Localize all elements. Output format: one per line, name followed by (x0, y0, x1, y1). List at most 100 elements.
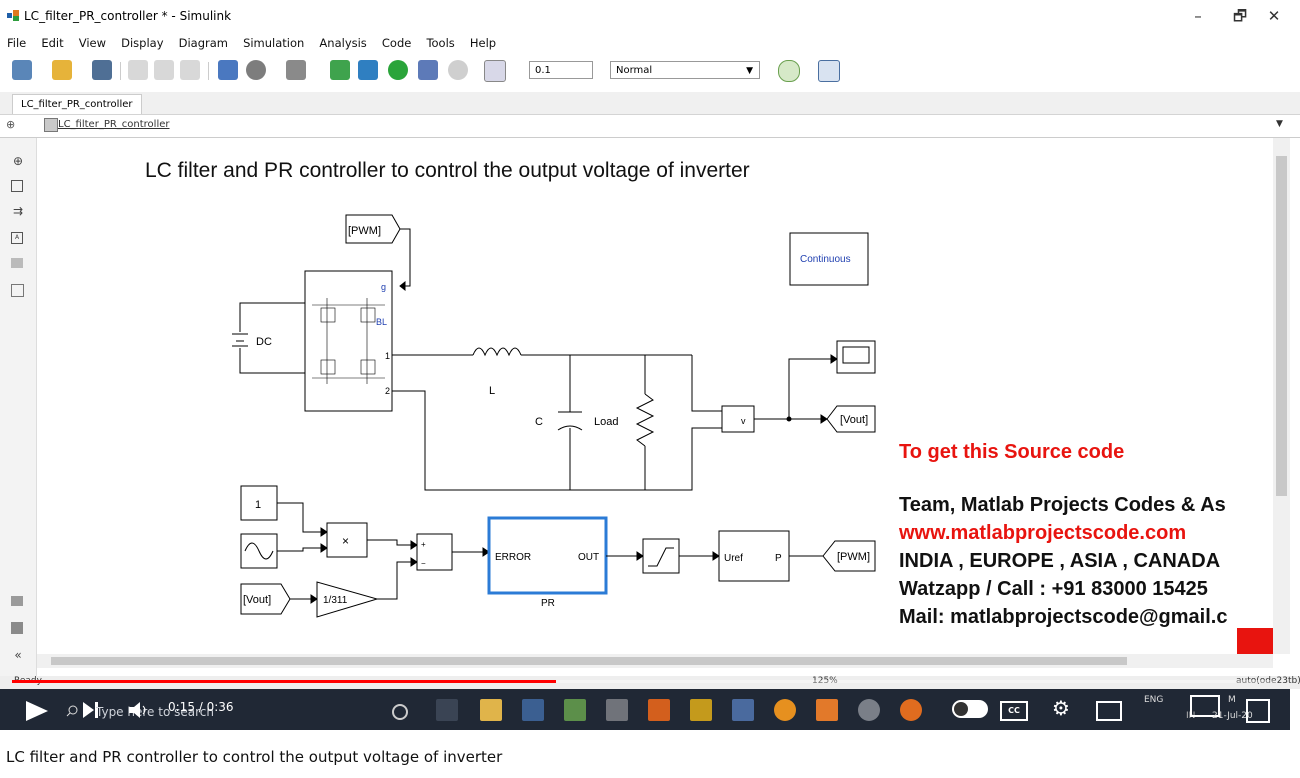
run-icon[interactable] (388, 60, 408, 80)
menu-help[interactable]: Help (470, 33, 496, 53)
video-time: 0:15 / 0:36 (168, 700, 234, 714)
pr-out-port: OUT (578, 552, 599, 563)
promo-line-5: Watzapp / Call : +91 83000 15425 (899, 578, 1208, 600)
new-model-icon[interactable] (12, 60, 32, 80)
matlab-icon[interactable] (648, 699, 670, 721)
arrow-icon[interactable]: ⇉ (11, 204, 25, 218)
title-bar: LC_filter_PR_controller * - Simulink – 🗗… (0, 0, 1300, 32)
horizontal-scrollbar[interactable] (37, 654, 1273, 668)
pwm-from-label: [PWM] (348, 225, 381, 237)
vertical-scrollbar[interactable] (1273, 138, 1290, 654)
language-indicator[interactable]: ENG (1144, 695, 1163, 705)
gear-icon[interactable] (246, 60, 266, 80)
checkmark-icon[interactable] (778, 60, 800, 82)
model-canvas[interactable]: LC filter and PR controller to control t… (37, 138, 1273, 654)
autoplay-toggle[interactable] (952, 700, 988, 718)
chevron-down-icon[interactable]: ▼ (1276, 119, 1283, 129)
data-inspector-icon[interactable] (484, 60, 506, 82)
sum-plus-sign: + (421, 540, 426, 549)
app-icon-2[interactable] (606, 699, 628, 721)
inductor[interactable] (472, 347, 522, 357)
video-player-controls: Type here to search 0:15 / 0:36 CC ⚙ ENG… (0, 689, 1290, 730)
step-back-icon[interactable] (330, 60, 350, 80)
voltage-measurement-block[interactable] (721, 405, 755, 433)
file-explorer-icon[interactable] (480, 699, 502, 721)
menu-tools[interactable]: Tools (426, 33, 454, 53)
promo-line-6: Mail: matlabprojectscode@gmail.c (899, 606, 1227, 628)
task-view-icon[interactable] (436, 699, 458, 721)
fit-view-icon[interactable] (11, 180, 23, 192)
hsp-app-icon[interactable] (522, 699, 544, 721)
collapse-icon[interactable]: « (11, 648, 25, 662)
menu-view[interactable]: View (79, 33, 106, 53)
breadcrumb[interactable]: LC_filter_PR_controller (58, 119, 170, 130)
app-icon-6[interactable] (858, 699, 880, 721)
cc-icon[interactable]: CC (1000, 701, 1028, 721)
constant-value: 1 (255, 499, 261, 511)
close-button[interactable]: ✕ (1254, 4, 1294, 28)
cortana-icon[interactable] (392, 704, 408, 720)
product-label: × (342, 534, 349, 548)
screenshot-icon[interactable] (11, 596, 23, 606)
menu-edit[interactable]: Edit (41, 33, 63, 53)
address-bar: ⊕ LC_filter_PR_controller ▼ (0, 115, 1300, 138)
app-icon-1[interactable] (564, 699, 586, 721)
promo-line-1: To get this Source code (899, 441, 1124, 463)
bl-port-label: BL (376, 317, 387, 327)
stop-time-field[interactable]: 0.1 (529, 61, 593, 79)
volume-icon[interactable] (128, 701, 150, 719)
app-icon-5[interactable] (816, 699, 838, 721)
gear-icon[interactable]: ⚙ (1052, 696, 1070, 720)
model-browser-icon[interactable] (11, 622, 23, 634)
inductor-label: L (489, 385, 495, 397)
library-browser-icon[interactable] (218, 60, 238, 80)
tab-model[interactable]: LC_filter_PR_controller (12, 94, 142, 114)
pwm-goto-label: [PWM] (837, 551, 870, 563)
zoom-in-icon[interactable]: ⊕ (11, 154, 25, 168)
search-icon[interactable] (66, 705, 78, 717)
menu-analysis[interactable]: Analysis (319, 33, 366, 53)
image-icon[interactable] (11, 258, 23, 268)
play-icon[interactable] (24, 700, 50, 722)
back-icon[interactable] (128, 60, 148, 80)
chrome-icon[interactable] (774, 699, 796, 721)
step-forward-icon[interactable] (418, 60, 438, 80)
powergui-label: Continuous (800, 254, 851, 265)
open-folder-icon[interactable] (52, 60, 72, 80)
forward-icon[interactable] (154, 60, 174, 80)
area-icon[interactable] (11, 284, 24, 297)
uref-port-label: Uref (724, 553, 743, 564)
promo-line-2: Team, Matlab Projects Codes & As (899, 494, 1226, 516)
up-icon[interactable] (180, 60, 200, 80)
port-1-label: 1 (385, 351, 390, 361)
miniplayer-icon[interactable] (1096, 701, 1122, 721)
saturation-block[interactable] (642, 538, 680, 574)
menu-file[interactable]: File (7, 33, 26, 53)
firefox-icon[interactable] (900, 699, 922, 721)
menu-bar: File Edit View Display Diagram Simulatio… (0, 32, 1300, 52)
menu-display[interactable]: Display (121, 33, 163, 53)
save-icon[interactable] (92, 60, 112, 80)
model-explorer-icon[interactable] (286, 60, 306, 80)
capacitor-label: C (535, 416, 543, 428)
minimize-button[interactable]: – (1178, 4, 1218, 28)
menu-simulation[interactable]: Simulation (243, 33, 304, 53)
video-caption: LC filter and PR controller to control t… (6, 748, 503, 766)
menu-code[interactable]: Code (382, 33, 411, 53)
fullscreen-icon[interactable] (1246, 699, 1270, 723)
vout-goto-label: [Vout] (840, 414, 868, 426)
annotation-icon[interactable]: A (11, 232, 23, 244)
menu-diagram[interactable]: Diagram (179, 33, 228, 53)
simulation-mode-select[interactable]: Normal ▼ (610, 61, 760, 79)
step-back-2-icon[interactable] (358, 60, 378, 80)
model-icon (44, 118, 58, 132)
app-icon-3[interactable] (690, 699, 712, 721)
video-progress-fill (12, 680, 557, 683)
model-advisor-icon[interactable] (818, 60, 840, 82)
hide-show-icon[interactable]: ⊕ (6, 118, 15, 131)
app-icon-4[interactable] (732, 699, 754, 721)
inverter-block[interactable] (304, 270, 393, 412)
video-progress-bar[interactable] (12, 680, 1278, 683)
stop-icon[interactable] (448, 60, 468, 80)
load-label: Load (594, 416, 618, 428)
